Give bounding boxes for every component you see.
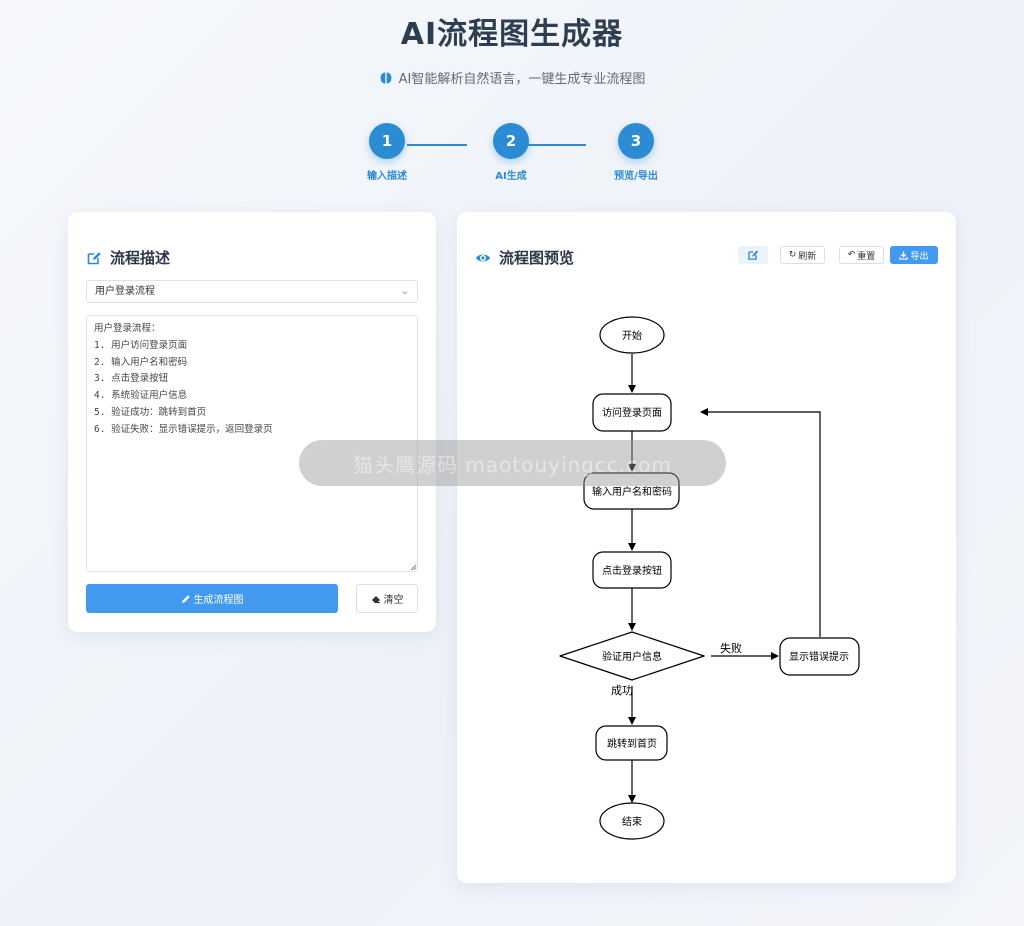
brain-icon xyxy=(380,72,392,83)
description-panel-title: 流程描述 xyxy=(110,249,171,267)
step-connector-1 xyxy=(407,144,467,146)
step-2: 2 AI生成 xyxy=(476,123,546,182)
step-1-label: 输入描述 xyxy=(367,171,407,182)
pencil-icon xyxy=(181,594,190,603)
edit-icon xyxy=(87,251,101,264)
chevron-down-icon: ⌄ xyxy=(400,286,409,297)
resize-handle-icon[interactable] xyxy=(410,564,417,571)
page-header: AI流程图生成器 AI智能解析自然语言，一键生成专业流程图 xyxy=(0,0,1024,87)
clear-button[interactable]: 清空 xyxy=(356,584,418,613)
step-1: 1 输入描述 xyxy=(352,123,422,182)
flow-node-start-label: 开始 xyxy=(622,329,642,342)
flowchart-canvas: 开始 访问登录页面 输入用户名和密码 点击登录按钮 验证用户信息 显示错误提示 … xyxy=(559,316,860,840)
description-panel: 流程描述 用户登录流程 ⌄ 用户登录流程： 1. 用户访问登录页面 2. 输入用… xyxy=(68,212,436,632)
eraser-icon xyxy=(371,595,380,603)
watermark-overlay: 猫头鹰源码 maotouyingcc.com xyxy=(299,440,726,486)
step-connector-2 xyxy=(526,144,586,146)
generate-button-label: 生成流程图 xyxy=(193,595,244,606)
flow-node-click-label: 点击登录按钮 xyxy=(602,564,662,577)
step-3-number: 3 xyxy=(618,123,654,159)
step-2-label: AI生成 xyxy=(495,171,527,182)
flow-node-home-label: 跳转到首页 xyxy=(607,737,657,750)
flow-node-verify-label: 验证用户信息 xyxy=(602,650,662,663)
template-select-value: 用户登录流程 xyxy=(95,286,155,297)
page-subtitle: AI智能解析自然语言，一键生成专业流程图 xyxy=(0,68,1024,87)
edge-label-fail: 失败 xyxy=(720,641,742,655)
page-title: AI流程图生成器 xyxy=(400,17,624,52)
generate-button[interactable]: 生成流程图 xyxy=(86,584,338,613)
clear-button-label: 清空 xyxy=(383,595,404,606)
step-3-label: 预览/导出 xyxy=(614,171,658,182)
step-2-number: 2 xyxy=(493,123,529,159)
flow-node-error-label: 显示错误提示 xyxy=(789,650,849,663)
flow-node-input-label: 输入用户名和密码 xyxy=(592,485,672,498)
subtitle-text: AI智能解析自然语言，一键生成专业流程图 xyxy=(398,72,646,87)
progress-steps: 1 输入描述 2 AI生成 3 预览/导出 xyxy=(352,123,672,183)
flow-node-visit-label: 访问登录页面 xyxy=(602,406,662,419)
edge-label-success: 成功 xyxy=(611,684,633,697)
preview-panel: 流程图预览 ↻ 刷新 ↶ 重置 导出 开始 访问登录页面 输入用户名和密码 点击… xyxy=(457,212,956,883)
template-select[interactable]: 用户登录流程 ⌄ xyxy=(86,280,418,303)
step-3: 3 预览/导出 xyxy=(601,123,671,182)
description-panel-header: 流程描述 xyxy=(86,247,170,268)
flow-node-end-label: 结束 xyxy=(622,815,642,828)
step-1-number: 1 xyxy=(369,123,405,159)
